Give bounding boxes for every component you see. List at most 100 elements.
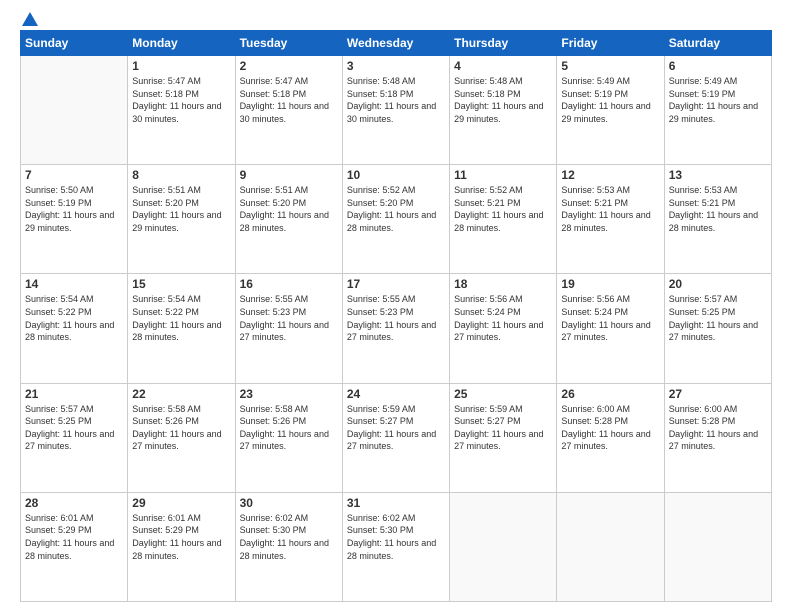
day-info: Sunrise: 5:51 AM Sunset: 5:20 PM Dayligh… (240, 184, 338, 234)
day-info: Sunrise: 5:58 AM Sunset: 5:26 PM Dayligh… (132, 403, 230, 453)
calendar-cell: 4 Sunrise: 5:48 AM Sunset: 5:18 PM Daylig… (450, 56, 557, 165)
day-number: 3 (347, 59, 445, 73)
day-info: Sunrise: 5:47 AM Sunset: 5:18 PM Dayligh… (132, 75, 230, 125)
calendar-cell: 18 Sunrise: 5:56 AM Sunset: 5:24 PM Dayli… (450, 274, 557, 383)
day-number: 31 (347, 496, 445, 510)
calendar-cell: 23 Sunrise: 5:58 AM Sunset: 5:26 PM Dayli… (235, 383, 342, 492)
day-info: Sunrise: 6:02 AM Sunset: 5:30 PM Dayligh… (347, 512, 445, 562)
day-number: 2 (240, 59, 338, 73)
day-number: 5 (561, 59, 659, 73)
day-number: 11 (454, 168, 552, 182)
calendar-cell (21, 56, 128, 165)
day-info: Sunrise: 5:49 AM Sunset: 5:19 PM Dayligh… (561, 75, 659, 125)
day-number: 24 (347, 387, 445, 401)
calendar-cell: 19 Sunrise: 5:56 AM Sunset: 5:24 PM Dayli… (557, 274, 664, 383)
calendar-cell: 3 Sunrise: 5:48 AM Sunset: 5:18 PM Daylig… (342, 56, 449, 165)
calendar-cell: 20 Sunrise: 5:57 AM Sunset: 5:25 PM Dayli… (664, 274, 771, 383)
day-number: 21 (25, 387, 123, 401)
day-info: Sunrise: 5:55 AM Sunset: 5:23 PM Dayligh… (347, 293, 445, 343)
calendar-header-row: SundayMondayTuesdayWednesdayThursdayFrid… (21, 31, 772, 56)
calendar-cell: 6 Sunrise: 5:49 AM Sunset: 5:19 PM Daylig… (664, 56, 771, 165)
calendar-cell: 14Sunrise: 5:54 AM Sunset: 5:22 PM Dayli… (21, 274, 128, 383)
day-number: 8 (132, 168, 230, 182)
calendar-week-5: 28 Sunrise: 6:01 AM Sunset: 5:29 PM Dayli… (21, 492, 772, 601)
calendar-cell: 8 Sunrise: 5:51 AM Sunset: 5:20 PM Daylig… (128, 165, 235, 274)
day-info: Sunrise: 5:58 AM Sunset: 5:26 PM Dayligh… (240, 403, 338, 453)
day-info: Sunrise: 6:02 AM Sunset: 5:30 PM Dayligh… (240, 512, 338, 562)
day-number: 6 (669, 59, 767, 73)
day-info: Sunrise: 5:48 AM Sunset: 5:18 PM Dayligh… (347, 75, 445, 125)
calendar-cell: 5 Sunrise: 5:49 AM Sunset: 5:19 PM Daylig… (557, 56, 664, 165)
day-number: 22 (132, 387, 230, 401)
calendar-cell: 30 Sunrise: 6:02 AM Sunset: 5:30 PM Dayli… (235, 492, 342, 601)
calendar-cell: 9 Sunrise: 5:51 AM Sunset: 5:20 PM Daylig… (235, 165, 342, 274)
day-number: 13 (669, 168, 767, 182)
calendar-week-4: 21 Sunrise: 5:57 AM Sunset: 5:25 PM Dayli… (21, 383, 772, 492)
calendar-cell (557, 492, 664, 601)
calendar-cell: 10Sunrise: 5:52 AM Sunset: 5:20 PM Dayli… (342, 165, 449, 274)
day-info: Sunrise: 5:59 AM Sunset: 5:27 PM Dayligh… (347, 403, 445, 453)
logo-triangle-icon (22, 12, 38, 26)
day-number: 26 (561, 387, 659, 401)
col-header-tuesday: Tuesday (235, 31, 342, 56)
day-info: Sunrise: 5:59 AM Sunset: 5:27 PM Dayligh… (454, 403, 552, 453)
day-number: 15 (132, 277, 230, 291)
day-number: 9 (240, 168, 338, 182)
logo (20, 16, 38, 22)
day-number: 28 (25, 496, 123, 510)
day-info: Sunrise: 5:51 AM Sunset: 5:20 PM Dayligh… (132, 184, 230, 234)
day-info: Sunrise: 5:52 AM Sunset: 5:21 PM Dayligh… (454, 184, 552, 234)
day-number: 25 (454, 387, 552, 401)
day-info: Sunrise: 6:00 AM Sunset: 5:28 PM Dayligh… (669, 403, 767, 453)
day-number: 29 (132, 496, 230, 510)
day-number: 17 (347, 277, 445, 291)
day-info: Sunrise: 5:57 AM Sunset: 5:25 PM Dayligh… (25, 403, 123, 453)
col-header-friday: Friday (557, 31, 664, 56)
calendar-cell: 7 Sunrise: 5:50 AM Sunset: 5:19 PM Daylig… (21, 165, 128, 274)
day-info: Sunrise: 6:01 AM Sunset: 5:29 PM Dayligh… (25, 512, 123, 562)
day-info: Sunrise: 5:55 AM Sunset: 5:23 PM Dayligh… (240, 293, 338, 343)
day-info: Sunrise: 5:50 AM Sunset: 5:19 PM Dayligh… (25, 184, 123, 234)
calendar-week-2: 7 Sunrise: 5:50 AM Sunset: 5:19 PM Daylig… (21, 165, 772, 274)
calendar-cell (450, 492, 557, 601)
day-number: 18 (454, 277, 552, 291)
calendar-cell: 15 Sunrise: 5:54 AM Sunset: 5:22 PM Dayli… (128, 274, 235, 383)
day-number: 23 (240, 387, 338, 401)
day-info: Sunrise: 5:56 AM Sunset: 5:24 PM Dayligh… (561, 293, 659, 343)
calendar-cell: 13 Sunrise: 5:53 AM Sunset: 5:21 PM Dayli… (664, 165, 771, 274)
day-info: Sunrise: 6:00 AM Sunset: 5:28 PM Dayligh… (561, 403, 659, 453)
calendar-cell: 16 Sunrise: 5:55 AM Sunset: 5:23 PM Dayli… (235, 274, 342, 383)
day-info: Sunrise: 5:53 AM Sunset: 5:21 PM Dayligh… (669, 184, 767, 234)
day-info: Sunrise: 5:56 AM Sunset: 5:24 PM Dayligh… (454, 293, 552, 343)
day-number: 16 (240, 277, 338, 291)
calendar-cell: 29 Sunrise: 6:01 AM Sunset: 5:29 PM Dayli… (128, 492, 235, 601)
calendar-cell: 17 Sunrise: 5:55 AM Sunset: 5:23 PM Dayli… (342, 274, 449, 383)
calendar-cell: 27Sunrise: 6:00 AM Sunset: 5:28 PM Dayli… (664, 383, 771, 492)
day-info: Sunrise: 5:54 AM Sunset: 5:22 PM Dayligh… (25, 293, 123, 343)
col-header-saturday: Saturday (664, 31, 771, 56)
day-number: 7 (25, 168, 123, 182)
calendar-cell: 24 Sunrise: 5:59 AM Sunset: 5:27 PM Dayli… (342, 383, 449, 492)
day-info: Sunrise: 5:54 AM Sunset: 5:22 PM Dayligh… (132, 293, 230, 343)
col-header-sunday: Sunday (21, 31, 128, 56)
day-number: 30 (240, 496, 338, 510)
calendar-cell: 25 Sunrise: 5:59 AM Sunset: 5:27 PM Dayli… (450, 383, 557, 492)
day-info: Sunrise: 5:57 AM Sunset: 5:25 PM Dayligh… (669, 293, 767, 343)
day-number: 19 (561, 277, 659, 291)
day-info: Sunrise: 5:49 AM Sunset: 5:19 PM Dayligh… (669, 75, 767, 125)
page: SundayMondayTuesdayWednesdayThursdayFrid… (0, 0, 792, 612)
calendar-cell: 21 Sunrise: 5:57 AM Sunset: 5:25 PM Dayli… (21, 383, 128, 492)
calendar-week-1: 1Sunrise: 5:47 AM Sunset: 5:18 PM Daylig… (21, 56, 772, 165)
col-header-monday: Monday (128, 31, 235, 56)
col-header-thursday: Thursday (450, 31, 557, 56)
calendar-cell: 31 Sunrise: 6:02 AM Sunset: 5:30 PM Dayli… (342, 492, 449, 601)
day-info: Sunrise: 6:01 AM Sunset: 5:29 PM Dayligh… (132, 512, 230, 562)
logo-text (20, 16, 38, 26)
day-number: 4 (454, 59, 552, 73)
calendar-cell: 22 Sunrise: 5:58 AM Sunset: 5:26 PM Dayli… (128, 383, 235, 492)
day-info: Sunrise: 5:48 AM Sunset: 5:18 PM Dayligh… (454, 75, 552, 125)
calendar-week-3: 14Sunrise: 5:54 AM Sunset: 5:22 PM Dayli… (21, 274, 772, 383)
day-number: 20 (669, 277, 767, 291)
calendar-cell: 28 Sunrise: 6:01 AM Sunset: 5:29 PM Dayli… (21, 492, 128, 601)
calendar-cell (664, 492, 771, 601)
